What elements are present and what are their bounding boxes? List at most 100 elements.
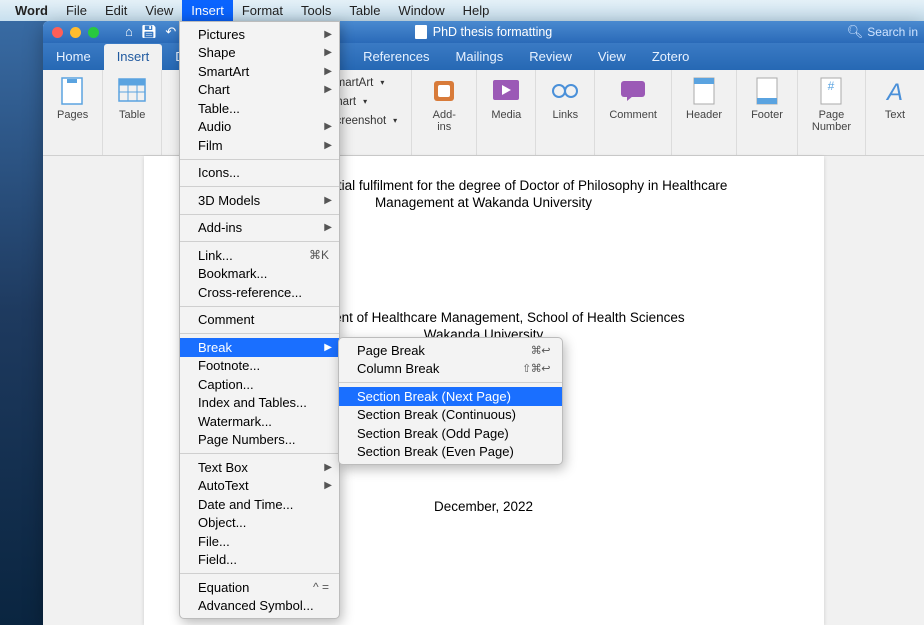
menu-item-equation[interactable]: Equation^ = <box>180 578 339 597</box>
header-button[interactable]: Header <box>680 74 728 123</box>
menu-item-shape[interactable]: Shape▶ <box>180 44 339 63</box>
footer-icon <box>752 76 782 106</box>
shortcut-label: ^ = <box>313 580 329 594</box>
tab-references[interactable]: References <box>350 44 442 70</box>
comment-label: Comment <box>609 109 657 121</box>
menu-table[interactable]: Table <box>340 0 389 21</box>
addins-label: Add-ins <box>426 109 462 133</box>
chevron-down-icon: ▾ <box>380 78 384 87</box>
submenu-item-section-break-odd[interactable]: Section Break (Odd Page) <box>339 424 562 443</box>
submenu-item-section-break-even[interactable]: Section Break (Even Page) <box>339 443 562 462</box>
menu-format[interactable]: Format <box>233 0 292 21</box>
submenu-item-section-break-next-page[interactable]: Section Break (Next Page) <box>339 387 562 406</box>
menu-item-object[interactable]: Object... <box>180 514 339 533</box>
menu-separator <box>180 241 339 242</box>
window-titlebar: ⌂ 💾︎ ↶ ↷ PhD thesis formatting 🔍︎ Search… <box>43 21 924 43</box>
menu-item-link[interactable]: Link...⌘K <box>180 246 339 265</box>
chevron-down-icon: ▾ <box>393 116 397 125</box>
menu-item-smartart[interactable]: SmartArt▶ <box>180 62 339 81</box>
menu-item-comment[interactable]: Comment <box>180 311 339 330</box>
submenu-item-column-break[interactable]: Column Break⇧⌘↩ <box>339 360 562 379</box>
header-icon <box>689 76 719 106</box>
menu-item-date-time[interactable]: Date and Time... <box>180 495 339 514</box>
search-field[interactable]: 🔍︎ Search in <box>847 24 924 40</box>
submenu-arrow-icon: ▶ <box>324 480 332 491</box>
menu-item-cross-reference[interactable]: Cross-reference... <box>180 283 339 302</box>
links-label: Links <box>552 109 578 121</box>
menu-item-3d-models[interactable]: 3D Models▶ <box>180 191 339 210</box>
page-number-button[interactable]: # Page Number <box>806 74 857 135</box>
menu-separator <box>339 382 562 383</box>
table-button[interactable]: Table <box>111 74 153 123</box>
menu-item-footnote[interactable]: Footnote... <box>180 357 339 376</box>
menu-item-field[interactable]: Field... <box>180 551 339 570</box>
text-button[interactable]: A Text <box>874 74 916 123</box>
submenu-item-page-break[interactable]: Page Break⌘↩ <box>339 341 562 360</box>
shortcut-label: ⌘↩ <box>531 344 550 357</box>
tab-home[interactable]: Home <box>43 44 104 70</box>
menu-item-bookmark[interactable]: Bookmark... <box>180 265 339 284</box>
traffic-lights <box>43 27 99 38</box>
menu-tools[interactable]: Tools <box>292 0 340 21</box>
save-icon[interactable]: 💾︎ <box>141 24 158 40</box>
menu-item-index-tables[interactable]: Index and Tables... <box>180 394 339 413</box>
footer-button[interactable]: Footer <box>745 74 789 123</box>
menu-item-page-numbers[interactable]: Page Numbers... <box>180 431 339 450</box>
menu-separator <box>180 306 339 307</box>
word-window: ⌂ 💾︎ ↶ ↷ PhD thesis formatting 🔍︎ Search… <box>43 21 924 625</box>
media-label: Media <box>491 109 521 121</box>
menu-edit[interactable]: Edit <box>96 0 136 21</box>
svg-text:A: A <box>885 79 903 104</box>
pages-label: Pages <box>57 109 88 121</box>
shortcut-label: ⇧⌘↩ <box>522 362 550 375</box>
pages-button[interactable]: Pages <box>51 74 94 123</box>
menu-item-caption[interactable]: Caption... <box>180 375 339 394</box>
menu-insert[interactable]: Insert <box>182 0 233 21</box>
links-button[interactable]: Links <box>544 74 586 123</box>
submenu-item-section-break-continuous[interactable]: Section Break (Continuous) <box>339 406 562 425</box>
menu-separator <box>180 186 339 187</box>
menu-item-watermark[interactable]: Watermark... <box>180 412 339 431</box>
ribbon-group-comment: Comment <box>595 70 672 155</box>
tab-zotero[interactable]: Zotero <box>639 44 703 70</box>
menu-item-file[interactable]: File... <box>180 532 339 551</box>
menu-item-table[interactable]: Table... <box>180 99 339 118</box>
media-button[interactable]: Media <box>485 74 527 123</box>
submenu-arrow-icon: ▶ <box>324 29 332 40</box>
close-window-button[interactable] <box>52 27 63 38</box>
menu-item-advanced-symbol[interactable]: Advanced Symbol... <box>180 597 339 616</box>
menu-item-film[interactable]: Film▶ <box>180 136 339 155</box>
zoom-window-button[interactable] <box>88 27 99 38</box>
menu-view[interactable]: View <box>136 0 182 21</box>
tab-view[interactable]: View <box>585 44 639 70</box>
menu-window[interactable]: Window <box>389 0 453 21</box>
menu-item-break[interactable]: Break▶ <box>180 338 339 357</box>
minimize-window-button[interactable] <box>70 27 81 38</box>
menu-item-audio[interactable]: Audio▶ <box>180 118 339 137</box>
menu-item-text-box[interactable]: Text Box▶ <box>180 458 339 477</box>
menu-item-icons[interactable]: Icons... <box>180 164 339 183</box>
ribbon-group-table: Table <box>103 70 162 155</box>
menu-help[interactable]: Help <box>454 0 499 21</box>
home-icon[interactable]: ⌂ <box>125 24 133 40</box>
menu-item-chart[interactable]: Chart▶ <box>180 81 339 100</box>
addins-button[interactable]: Add-ins <box>420 74 468 135</box>
tab-insert[interactable]: Insert <box>104 44 163 70</box>
menu-item-addins[interactable]: Add-ins▶ <box>180 219 339 238</box>
ribbon-group-links: Links <box>536 70 595 155</box>
menu-item-pictures[interactable]: Pictures▶ <box>180 25 339 44</box>
comment-button[interactable]: Comment <box>603 74 663 123</box>
menu-item-autotext[interactable]: AutoText▶ <box>180 477 339 496</box>
tab-mailings[interactable]: Mailings <box>443 44 517 70</box>
menu-file[interactable]: File <box>57 0 96 21</box>
ribbon-group-media: Media <box>477 70 536 155</box>
tab-review[interactable]: Review <box>516 44 585 70</box>
svg-text:#: # <box>828 79 835 93</box>
app-name: Word <box>6 3 57 18</box>
break-submenu: Page Break⌘↩ Column Break⇧⌘↩ Section Bre… <box>338 337 563 465</box>
search-icon: 🔍︎ <box>847 24 864 40</box>
menu-separator <box>180 453 339 454</box>
undo-icon[interactable]: ↶ <box>165 24 176 40</box>
menu-separator <box>180 214 339 215</box>
links-icon <box>550 76 580 106</box>
